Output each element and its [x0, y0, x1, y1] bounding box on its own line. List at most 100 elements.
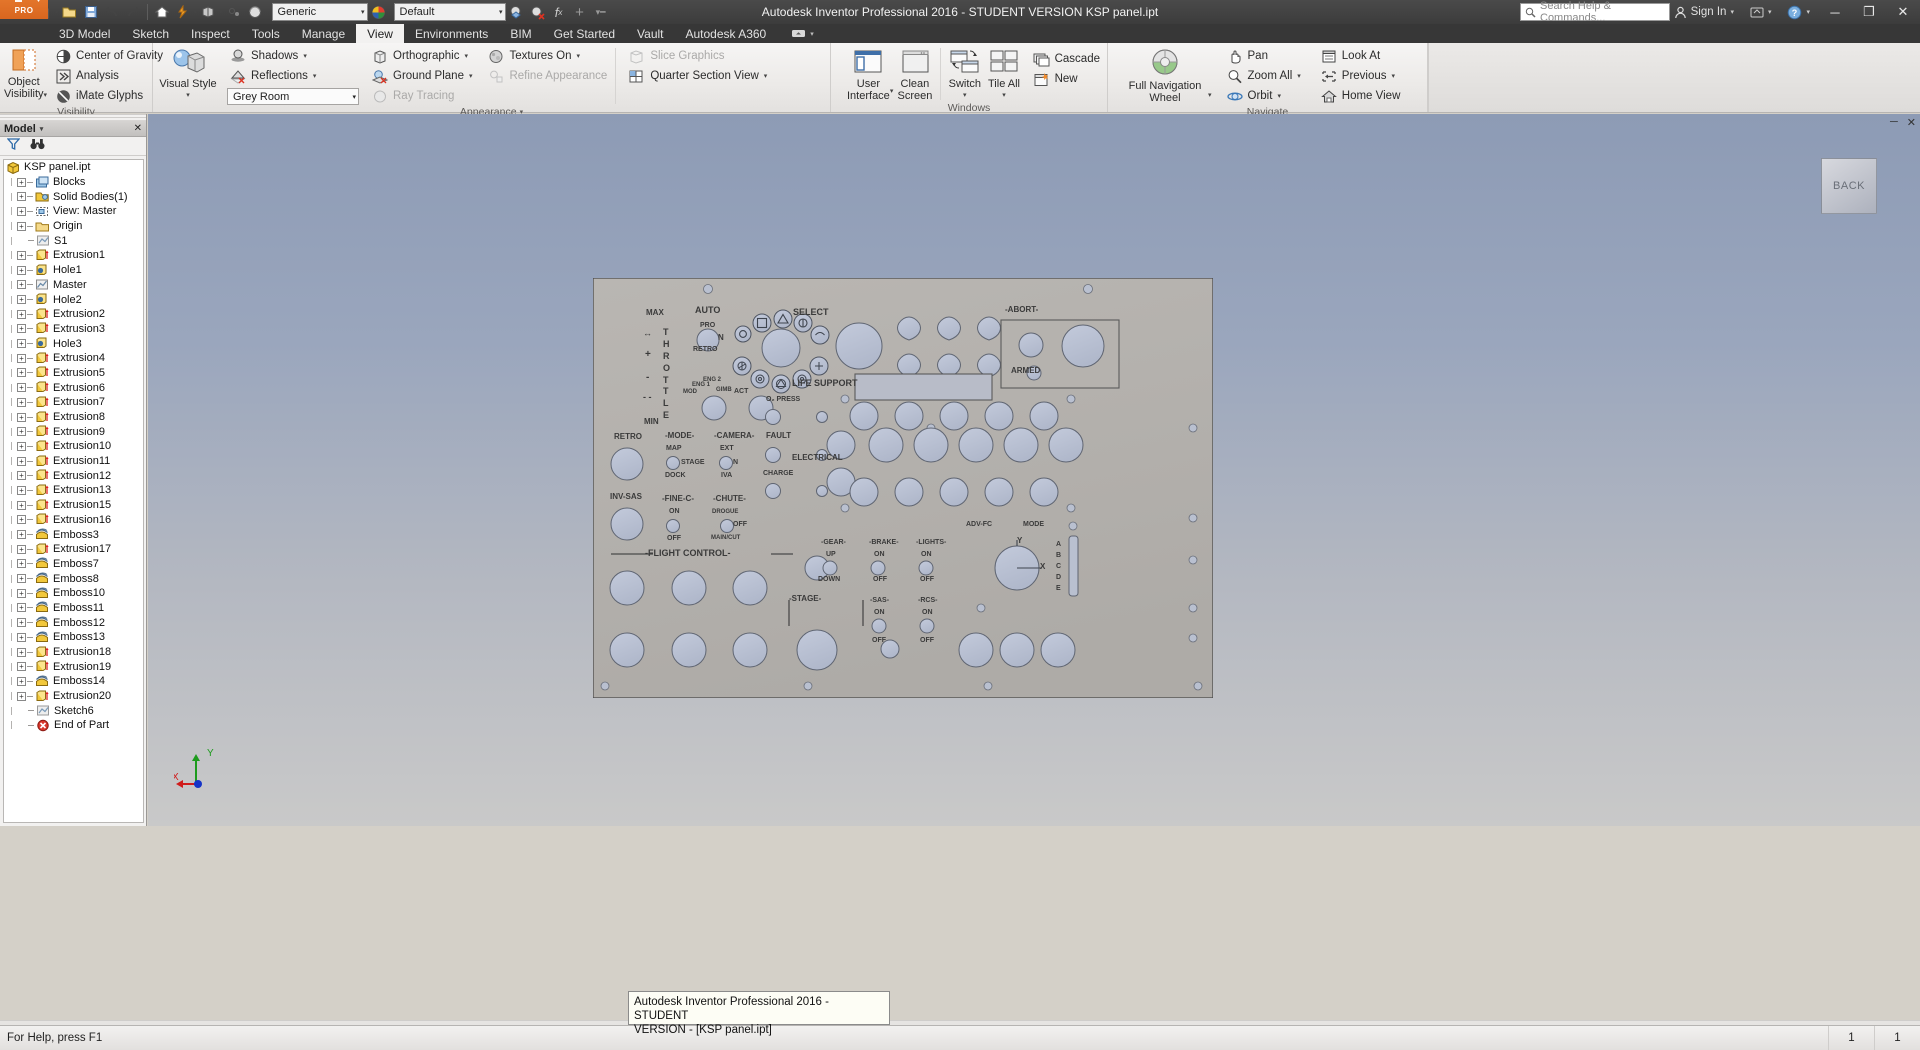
- tree-node[interactable]: + Extrusion2: [4, 307, 143, 322]
- inventor-app-button[interactable]: PRO: [0, 0, 48, 19]
- tree-expand-toggle[interactable]: +: [17, 353, 26, 363]
- tree-expand-toggle[interactable]: +: [17, 221, 26, 231]
- tile-all-caret[interactable]: ▾: [1002, 90, 1006, 102]
- color-wheel-icon[interactable]: [369, 2, 389, 22]
- tree-node[interactable]: + Hole2: [4, 292, 143, 307]
- imate-glyphs-button[interactable]: iMate Glyphs: [53, 86, 166, 106]
- tree-node[interactable]: + Emboss10: [4, 586, 143, 601]
- return-caret[interactable]: ▾: [194, 8, 198, 16]
- tree-expand-toggle[interactable]: +: [17, 339, 26, 349]
- full-navigation-wheel-button[interactable]: Full Navigation Wheel: [1122, 46, 1208, 104]
- reflections-caret[interactable]: ▾: [313, 72, 317, 80]
- tree-node[interactable]: + Extrusion18: [4, 645, 143, 660]
- quarter-section-caret[interactable]: ▾: [764, 72, 768, 80]
- viewport-minimize-icon[interactable]: ─: [1890, 116, 1898, 129]
- tree-node[interactable]: + Extrusion1: [4, 248, 143, 263]
- search-input[interactable]: Search Help & Commands...: [1520, 0, 1670, 24]
- tree-node[interactable]: + Extrusion9: [4, 424, 143, 439]
- tree-expand-toggle[interactable]: +: [17, 647, 26, 657]
- parameters-icon[interactable]: fx: [549, 2, 569, 22]
- tree-expand-toggle[interactable]: +: [17, 515, 26, 525]
- tree-node[interactable]: + Extrusion16: [4, 513, 143, 528]
- view-cube[interactable]: BACK: [1821, 158, 1877, 214]
- tab-view[interactable]: View: [356, 24, 404, 43]
- tree-node[interactable]: + Extrusion6: [4, 380, 143, 395]
- tree-expand-toggle[interactable]: +: [17, 383, 26, 393]
- save-icon[interactable]: [81, 2, 101, 22]
- material-combo[interactable]: Generic ▾: [271, 3, 368, 21]
- user-interface-caret[interactable]: ▾: [890, 87, 894, 95]
- a360-status-icon[interactable]: ▾: [777, 24, 814, 43]
- redo-icon[interactable]: [123, 2, 143, 22]
- tree-node[interactable]: + Extrusion7: [4, 395, 143, 410]
- tree-expand-toggle[interactable]: +: [17, 574, 26, 584]
- reflections-button[interactable]: Reflections ▾: [227, 66, 359, 86]
- tab-tools[interactable]: Tools: [241, 24, 291, 43]
- tree-node[interactable]: + Emboss12: [4, 615, 143, 630]
- tab-vault[interactable]: Vault: [626, 24, 674, 43]
- tree-expand-toggle[interactable]: +: [17, 280, 26, 290]
- tree-node[interactable]: + Extrusion3: [4, 322, 143, 337]
- textures-caret[interactable]: ▾: [576, 52, 580, 60]
- add-qat-icon[interactable]: +: [570, 2, 590, 22]
- minimize-button[interactable]: ─: [1818, 0, 1852, 24]
- return-icon[interactable]: [173, 2, 193, 22]
- home-view-button[interactable]: Home View: [1318, 86, 1404, 106]
- filter-icon[interactable]: [6, 137, 21, 155]
- binoculars-icon[interactable]: [30, 137, 45, 155]
- switch-windows-button[interactable]: Switch ▾: [945, 46, 984, 102]
- object-visibility-button[interactable]: Object Visibility: [4, 46, 44, 100]
- browser-header[interactable]: Model ▾ ✕: [0, 121, 146, 137]
- ground-plane-button[interactable]: Ground Plane ▾: [369, 66, 475, 86]
- tree-expand-toggle[interactable]: +: [17, 662, 26, 672]
- browser-header-caret[interactable]: ▾: [40, 125, 44, 133]
- orthographic-caret[interactable]: ▾: [464, 52, 468, 60]
- visual-style-caret[interactable]: ▾: [186, 90, 190, 102]
- tree-node[interactable]: + Master: [4, 278, 143, 293]
- tree-node[interactable]: + Hole1: [4, 263, 143, 278]
- tree-expand-toggle[interactable]: +: [17, 265, 26, 275]
- tree-node[interactable]: + Hole3: [4, 336, 143, 351]
- visual-style-button[interactable]: Visual Style ▾: [157, 46, 219, 102]
- tree-expand-toggle[interactable]: +: [17, 618, 26, 628]
- tree-node[interactable]: + Extrusion10: [4, 439, 143, 454]
- browser-close-icon[interactable]: ✕: [134, 123, 142, 134]
- tree-expand-toggle[interactable]: +: [17, 559, 26, 569]
- help-button[interactable]: ? ▾: [1779, 0, 1818, 24]
- tree-node[interactable]: + Extrusion12: [4, 468, 143, 483]
- tree-node[interactable]: + Emboss14: [4, 674, 143, 689]
- tree-node[interactable]: + Emboss7: [4, 557, 143, 572]
- ground-plane-caret[interactable]: ▾: [469, 72, 473, 80]
- tree-expand-toggle[interactable]: +: [17, 588, 26, 598]
- user-interface-button[interactable]: User Interface: [847, 46, 890, 102]
- tree-node[interactable]: + Origin: [4, 219, 143, 234]
- tree-node[interactable]: End of Part: [4, 718, 143, 733]
- tab-autodesk-a360[interactable]: Autodesk A360: [675, 24, 778, 43]
- help-caret[interactable]: ▾: [1806, 8, 1810, 16]
- style-combo[interactable]: Grey Room ▾: [227, 88, 359, 105]
- home-icon[interactable]: [152, 2, 172, 22]
- clean-screen-button[interactable]: Clean Screen: [895, 46, 934, 102]
- tree-node[interactable]: + Emboss11: [4, 601, 143, 616]
- tree-expand-toggle[interactable]: +: [17, 676, 26, 686]
- tree-expand-toggle[interactable]: +: [17, 250, 26, 260]
- tree-expand-toggle[interactable]: +: [17, 427, 26, 437]
- tile-all-button[interactable]: Tile All ▾: [984, 46, 1023, 102]
- tree-node[interactable]: + Extrusion5: [4, 366, 143, 381]
- exchange-caret[interactable]: ▾: [1768, 8, 1772, 16]
- tree-expand-toggle[interactable]: +: [17, 691, 26, 701]
- appearance-sphere-icon[interactable]: [245, 2, 265, 22]
- shadows-button[interactable]: Shadows ▾: [227, 46, 359, 66]
- tree-node[interactable]: + Emboss13: [4, 630, 143, 645]
- new-window-button[interactable]: New: [1030, 69, 1103, 89]
- tree-node[interactable]: Sketch6: [4, 703, 143, 718]
- tree-expand-toggle[interactable]: +: [17, 206, 26, 216]
- sign-in-button[interactable]: Sign In ▾: [1666, 0, 1742, 24]
- sign-in-caret[interactable]: ▾: [1730, 8, 1734, 16]
- orbit-caret[interactable]: ▾: [1277, 92, 1281, 100]
- tab-3d-model[interactable]: 3D Model: [48, 24, 121, 43]
- tree-node[interactable]: + Extrusion15: [4, 498, 143, 513]
- tree-node[interactable]: + Blocks: [4, 175, 143, 190]
- new-file-caret[interactable]: ▾: [55, 8, 59, 16]
- look-at-button[interactable]: Look At: [1318, 46, 1404, 66]
